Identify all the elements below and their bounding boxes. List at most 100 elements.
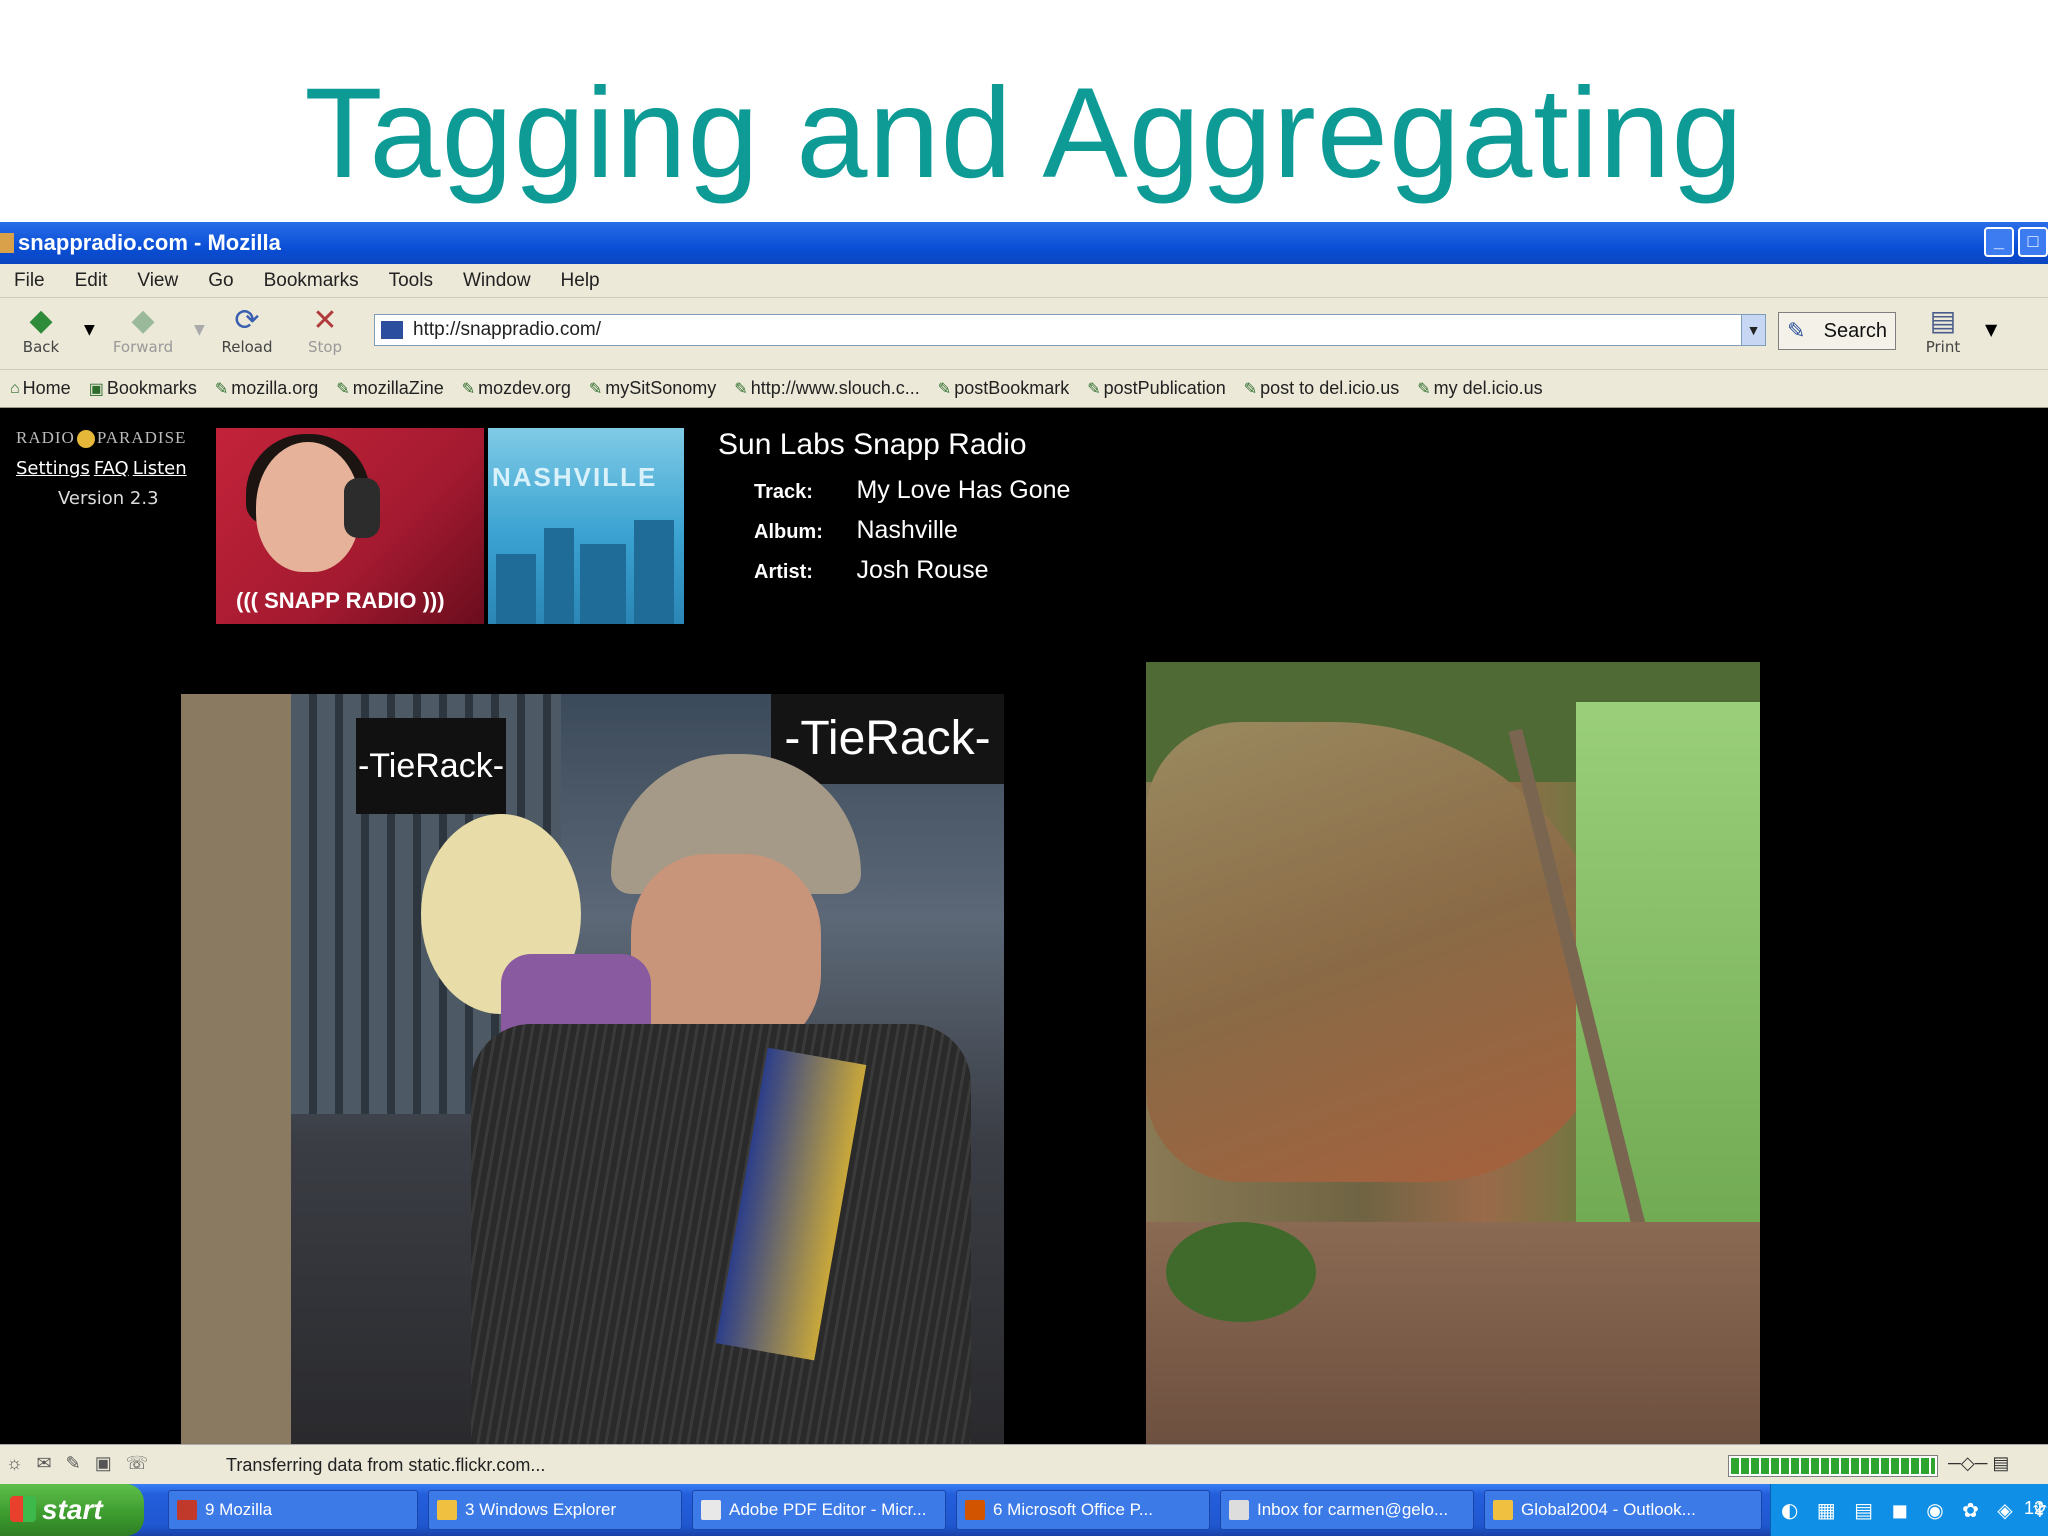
- menu-help[interactable]: Help: [561, 270, 600, 292]
- menu-window[interactable]: Window: [463, 270, 531, 292]
- online-status-icon[interactable]: ─◇─ ▤: [1948, 1453, 2009, 1474]
- taskbar-item-mozilla[interactable]: 9 Mozilla: [168, 1490, 418, 1530]
- menu-edit[interactable]: Edit: [75, 270, 108, 292]
- url-dropdown-icon[interactable]: ▼: [1741, 315, 1765, 345]
- bookmark-icon: ✎: [734, 380, 748, 398]
- folder-icon: [437, 1500, 457, 1520]
- mozilla-app-icon: [0, 233, 14, 253]
- window-titlebar[interactable]: snappradio.com - Mozilla _ □: [0, 222, 2048, 264]
- windows-taskbar: start 9 Mozilla 3 Windows Explorer Adobe…: [0, 1484, 2048, 1536]
- menu-tools[interactable]: Tools: [389, 270, 433, 292]
- window-title: snappradio.com - Mozilla: [18, 230, 281, 255]
- status-bar: ☼✉✎▣☏ Transferring data from static.flic…: [0, 1444, 2048, 1484]
- stop-button[interactable]: ✕ Stop: [290, 304, 360, 357]
- progress-fill: [1731, 1458, 1935, 1474]
- windows-flag-icon: [10, 1496, 36, 1522]
- bookmark-mozilla-org[interactable]: ✎ mozilla.org: [215, 378, 318, 399]
- bookmark-postpublication[interactable]: ✎ postPublication: [1087, 378, 1226, 399]
- tray-icons[interactable]: ◐ ▦ ▤ ◼ ◉ ✿ ◈ ♆: [1781, 1498, 2048, 1522]
- track-label: Track:: [754, 481, 813, 503]
- status-icons: ☼✉✎▣☏: [6, 1453, 162, 1474]
- browser-window: snappradio.com - Mozilla _ □ File Edit V…: [0, 222, 2048, 1484]
- mail-icon[interactable]: ✉: [37, 1453, 66, 1473]
- status-text: Transferring data from static.flickr.com…: [226, 1455, 546, 1475]
- bookmarks-icon: ▣: [88, 380, 104, 398]
- site-favicon-icon: [381, 321, 403, 339]
- powerpoint-icon: [965, 1500, 985, 1520]
- tierack-sign: -TieRack-: [356, 718, 506, 814]
- minimize-icon[interactable]: _: [1984, 227, 2014, 257]
- logo-globe-icon: [76, 430, 95, 449]
- taskbar-item-office[interactable]: 6 Microsoft Office P...: [956, 1490, 1210, 1530]
- bookmarks-toolbar: ⌂ Home ▣ Bookmarks ✎ mozilla.org ✎ mozillaZi…: [0, 370, 2048, 408]
- bookmark-my-delicious[interactable]: ✎ my del.icio.us: [1417, 378, 1542, 399]
- start-button[interactable]: start: [0, 1484, 144, 1536]
- bookmark-icon: ✎: [461, 380, 476, 398]
- artist-row: Artist: Josh Rouse: [754, 556, 988, 585]
- listen-link[interactable]: Listen: [133, 458, 187, 479]
- building-shape: [544, 528, 574, 624]
- addressbook-icon[interactable]: ▣: [95, 1453, 126, 1473]
- navigator-icon[interactable]: ☼: [6, 1453, 37, 1473]
- bookmark-slouch[interactable]: ✎ http://www.slouch.c...: [734, 378, 919, 399]
- bookmark-icon: ✎: [1243, 380, 1258, 398]
- print-button[interactable]: ▤ Print: [1918, 304, 1968, 356]
- taskbar-item-explorer[interactable]: 3 Windows Explorer: [428, 1490, 682, 1530]
- back-button[interactable]: ◆ Back: [6, 303, 76, 357]
- snapp-radio-label: ((( SNAPP RADIO ))): [236, 588, 445, 613]
- print-dropdown-icon[interactable]: ▼: [1985, 320, 1997, 339]
- taskbar-item-inbox[interactable]: Inbox for carmen@gelo...: [1220, 1490, 1474, 1530]
- back-dropdown-icon[interactable]: ▼: [84, 322, 95, 338]
- search-icon: ✎: [1787, 318, 1806, 343]
- bookmark-icon: ✎: [588, 380, 603, 398]
- mozilla-icon: [177, 1500, 197, 1520]
- menu-go[interactable]: Go: [208, 270, 233, 292]
- snapp-radio-image: ((( SNAPP RADIO ))): [216, 428, 484, 624]
- coat-shape: [471, 1024, 971, 1444]
- bookmark-icon: ✎: [214, 380, 229, 398]
- headphones-icon: [344, 478, 380, 538]
- bookmark-mysitsonomy[interactable]: ✎ mySitSonomy: [589, 378, 716, 399]
- printer-icon: ▤: [1929, 304, 1957, 337]
- menu-bookmarks[interactable]: Bookmarks: [264, 270, 359, 292]
- bookmark-home[interactable]: ⌂ Home: [10, 378, 71, 399]
- page-links: Settings FAQ Listen: [16, 458, 191, 479]
- album-art-title: NASHVILLE: [492, 462, 658, 492]
- building-shape: [580, 544, 626, 624]
- reload-button[interactable]: ⟳ Reload: [212, 304, 282, 357]
- clock[interactable]: 12: [2024, 1498, 2044, 1519]
- faq-link[interactable]: FAQ: [94, 458, 129, 479]
- navigation-toolbar: ◆ Back ▼ ◆ Forward ▼ ⟳ Reload ✕ Stop htt…: [0, 298, 2048, 370]
- flickr-photo-street[interactable]: -TieRack- -TieRack-: [181, 694, 1004, 1444]
- artist-value: Josh Rouse: [856, 556, 989, 584]
- bookmark-post-delicious[interactable]: ✎ post to del.icio.us: [1244, 378, 1399, 399]
- search-button[interactable]: ✎ Search: [1778, 312, 1896, 350]
- radio-paradise-logo[interactable]: RADIO PARADISE: [16, 428, 202, 449]
- bookmark-icon: ✎: [937, 380, 952, 398]
- forward-dropdown-icon[interactable]: ▼: [194, 322, 205, 338]
- bookmark-bookmarks[interactable]: ▣ Bookmarks: [89, 378, 197, 399]
- slide-title: Tagging and Aggregating: [304, 62, 1744, 205]
- menu-view[interactable]: View: [137, 270, 178, 292]
- settings-link[interactable]: Settings: [16, 458, 90, 479]
- bookmark-icon: ✎: [336, 380, 350, 398]
- taskbar-item-outlook[interactable]: Global2004 - Outlook...: [1484, 1490, 1762, 1530]
- bookmark-mozillazine[interactable]: ✎ mozillaZine: [336, 378, 443, 399]
- mail-client-icon: [1229, 1500, 1249, 1520]
- chat-icon[interactable]: ☏: [126, 1453, 163, 1473]
- menu-file[interactable]: File: [14, 270, 45, 292]
- document-icon: [701, 1500, 721, 1520]
- bookmark-postbookmark[interactable]: ✎ postBookmark: [938, 378, 1069, 399]
- bookmark-mozdev[interactable]: ✎ mozdev.org: [462, 378, 571, 399]
- track-value: My Love Has Gone: [856, 476, 1071, 504]
- outlook-icon: [1493, 1500, 1513, 1520]
- flickr-photo-forest[interactable]: [1146, 662, 1760, 1444]
- maximize-icon[interactable]: □: [2018, 227, 2048, 257]
- version-text: Version 2.3: [58, 488, 159, 509]
- system-tray: ◐ ▦ ▤ ◼ ◉ ✿ ◈ ♆ 12: [1770, 1484, 2048, 1536]
- taskbar-item-pdf[interactable]: Adobe PDF Editor - Micr...: [692, 1490, 946, 1530]
- composer-icon[interactable]: ✎: [66, 1453, 95, 1473]
- url-bar[interactable]: http://snappradio.com/ ▼: [374, 314, 1766, 346]
- forward-button[interactable]: ◆ Forward: [108, 304, 178, 357]
- back-arrow-icon: ◆: [29, 303, 53, 338]
